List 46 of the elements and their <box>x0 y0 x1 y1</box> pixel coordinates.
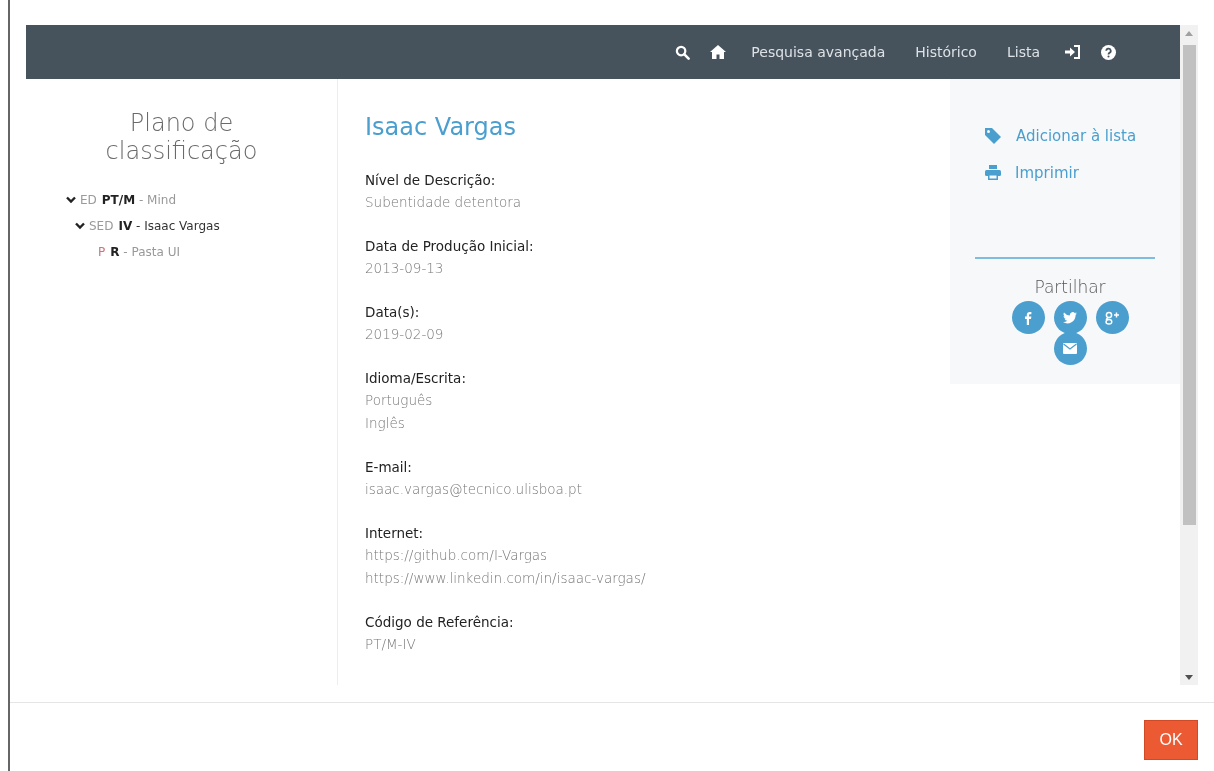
field-value: PT/M-IV <box>365 635 417 654</box>
help-icon[interactable] <box>1101 44 1116 60</box>
home-icon[interactable] <box>710 45 727 59</box>
tag-icon <box>985 127 1002 144</box>
chevron-icon[interactable] <box>75 222 85 230</box>
field-label: Idioma/Escrita: <box>365 369 467 388</box>
bird-icon <box>1063 311 1077 324</box>
nav-link[interactable]: Histórico <box>900 44 992 60</box>
ok-button[interactable]: OK <box>1144 720 1198 760</box>
field-value: isaac.vargas@tecnico.ulisboa.pt <box>365 480 583 499</box>
chevron-icon[interactable] <box>66 196 76 204</box>
field-label: Código de Referência: <box>365 613 515 632</box>
field-value: https://github.com/I-Vargas <box>365 546 549 565</box>
field-label: Internet: <box>365 524 425 543</box>
record-title: Isaac Vargas <box>365 113 517 141</box>
level-code: P <box>98 245 106 259</box>
google-plus-icon <box>1104 310 1120 325</box>
share-title: Partilhar <box>1033 277 1107 297</box>
search-icon[interactable] <box>675 44 691 60</box>
envelope-icon <box>1063 343 1077 354</box>
nav-link[interactable]: Pesquisa avançada <box>736 44 901 60</box>
tree-item[interactable]: IV - Isaac Vargas <box>118 219 220 233</box>
twitter-button[interactable] <box>1053 301 1087 334</box>
scroll-down-icon[interactable] <box>1185 674 1193 680</box>
tree-item[interactable]: R - Pasta UI <box>110 245 180 259</box>
field-value: 2019-02-09 <box>365 325 445 344</box>
field-label: E-mail: <box>365 458 413 477</box>
field-value: Subentidade detentora <box>365 193 522 212</box>
field-value: Português <box>365 391 434 410</box>
sidebar-title: Plano de classificação <box>104 109 259 165</box>
google-plus-button[interactable] <box>1095 301 1129 334</box>
facebook-button[interactable] <box>1011 301 1045 334</box>
nav-link[interactable]: Lista <box>991 44 1055 60</box>
field-label: Data de Produção Inicial: <box>365 237 535 256</box>
field-label: Nível de Descrição: <box>365 171 497 190</box>
field-value: 2013-09-13 <box>365 259 445 278</box>
level-code: SED <box>89 219 114 233</box>
tree-item[interactable]: PT/M - Mind <box>101 193 176 207</box>
email-button[interactable] <box>1053 332 1087 365</box>
field-value: Inglês <box>365 414 406 433</box>
scrollbar-thumb[interactable] <box>1182 45 1196 525</box>
level-code: ED <box>80 193 97 207</box>
field-value: https://www.linkedin.com/in/isaac-vargas/ <box>365 569 647 588</box>
login-icon[interactable] <box>1065 45 1081 59</box>
printer-icon <box>985 165 1001 180</box>
field-label: Data(s): <box>365 303 421 322</box>
